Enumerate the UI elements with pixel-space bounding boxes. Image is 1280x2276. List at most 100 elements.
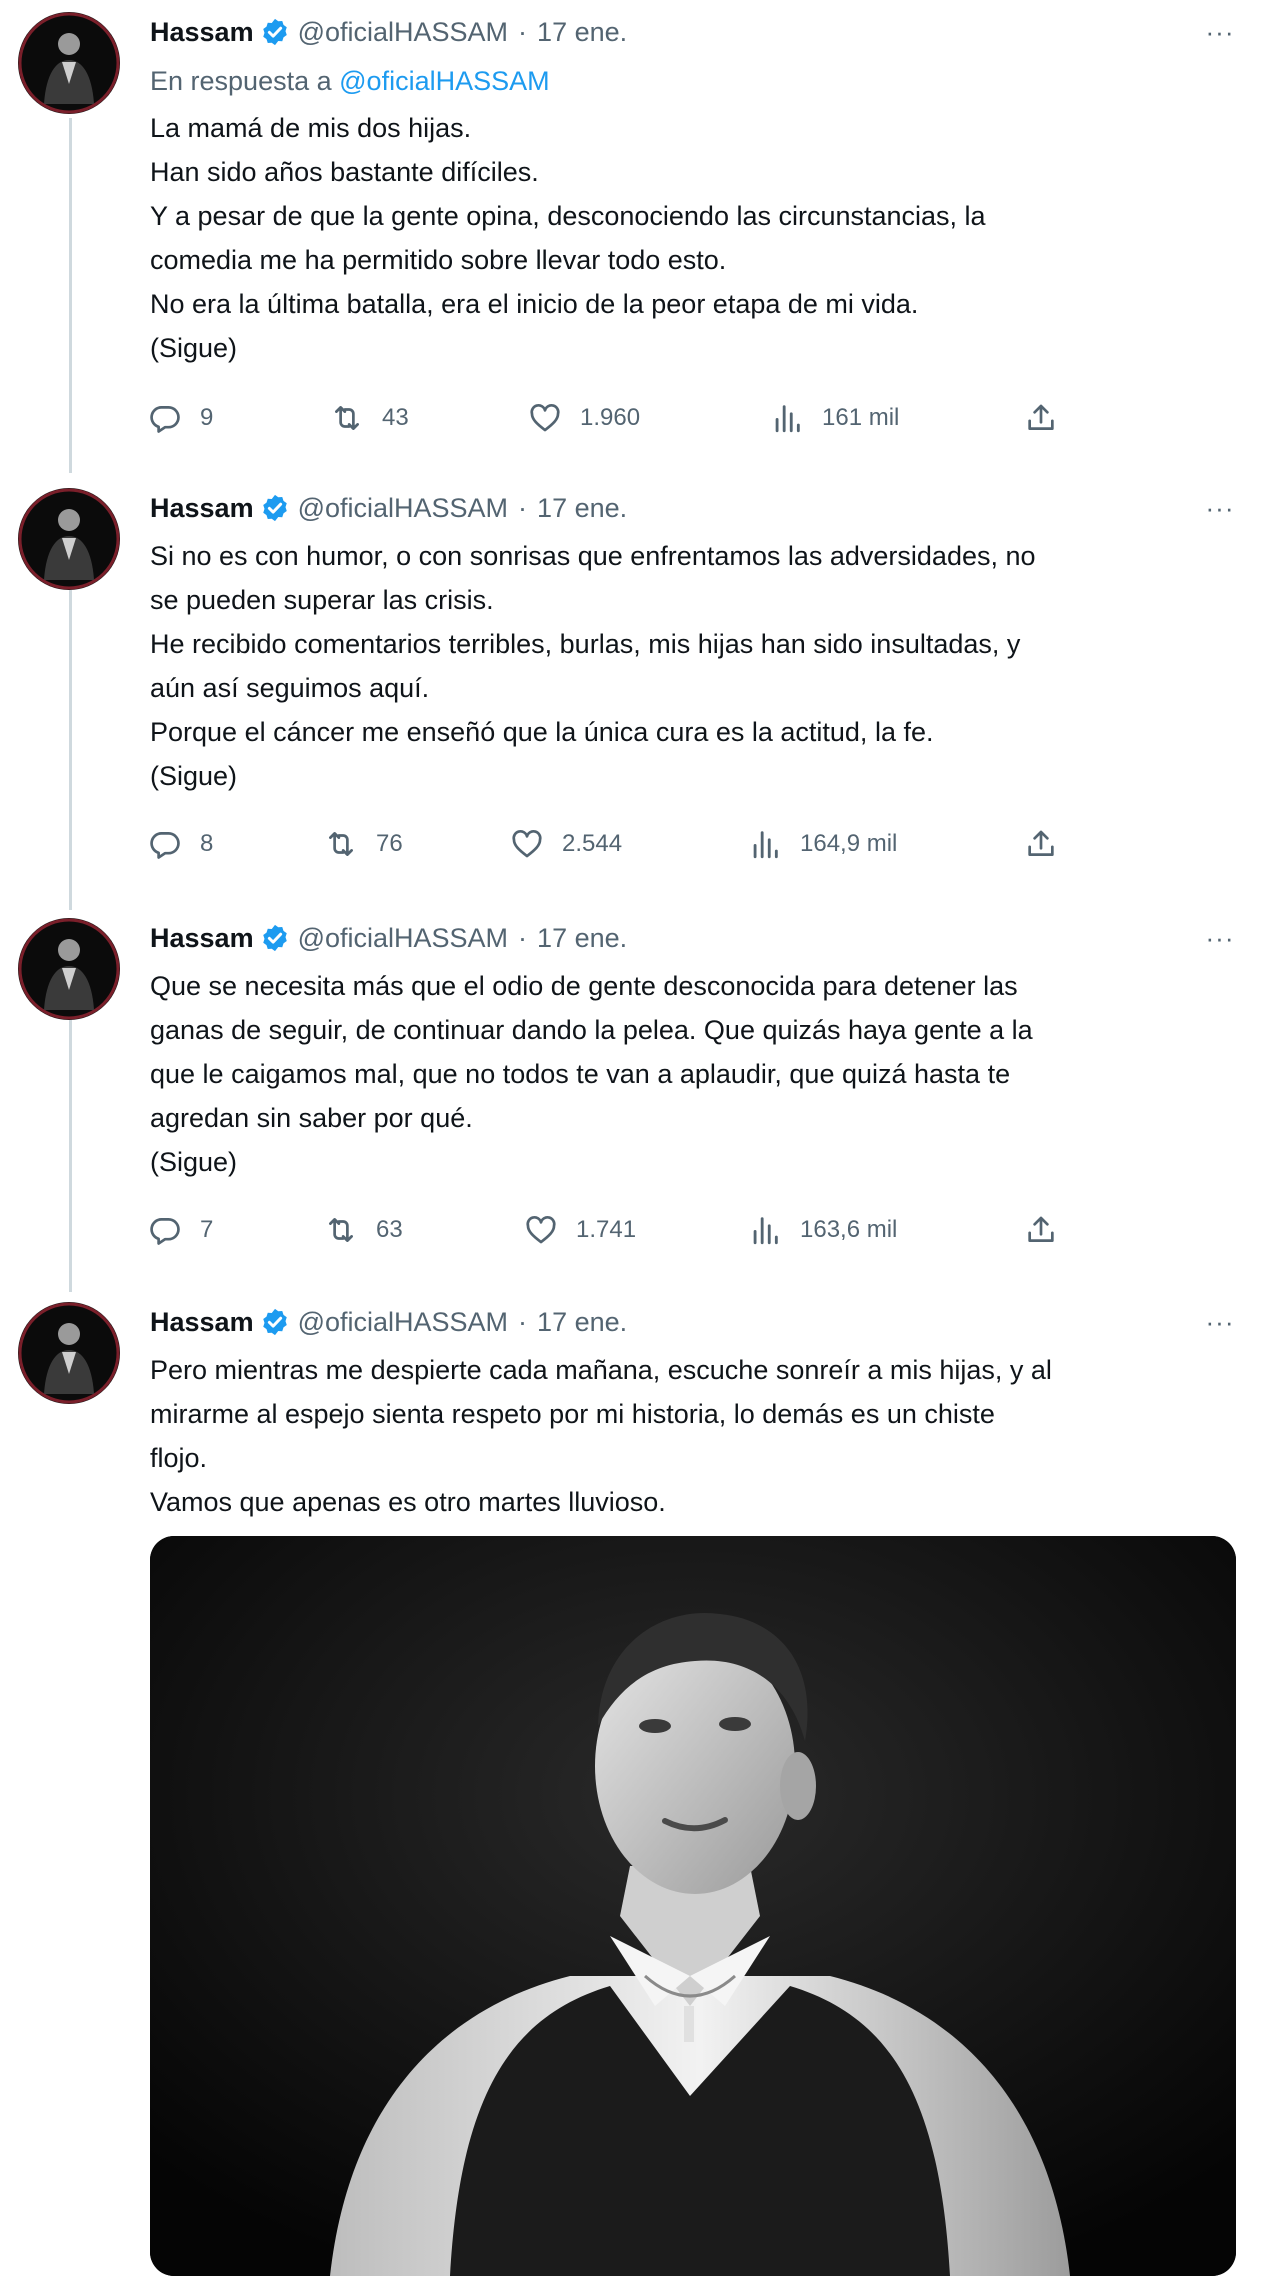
retweet-count: 76 xyxy=(376,830,403,857)
avatar[interactable] xyxy=(18,1302,120,1404)
author-handle[interactable]: @oficialHASSAM xyxy=(298,17,508,48)
reply-icon xyxy=(150,1218,180,1245)
tweet-text-line: Y a pesar de que la gente opina, descono… xyxy=(150,201,986,231)
tweet-text-line: comedia me ha permitido sobre llevar tod… xyxy=(150,245,727,275)
separator: · xyxy=(518,16,528,47)
share-button[interactable] xyxy=(1024,820,1076,868)
separator: · xyxy=(518,492,528,523)
tweet-date[interactable]: 17 ene. xyxy=(537,493,627,524)
tweet-text-line: que le caigamos mal, que no todos te van… xyxy=(150,1059,1011,1089)
verified-icon xyxy=(262,18,287,46)
like-icon xyxy=(512,829,542,858)
author-handle[interactable]: @oficialHASSAM xyxy=(298,493,508,524)
views-icon xyxy=(753,1217,778,1245)
share-icon xyxy=(1028,404,1054,430)
views-count: 163,6 mil xyxy=(800,1216,898,1243)
reply-icon xyxy=(150,406,180,433)
views-button[interactable]: 164,9 mil xyxy=(748,820,897,868)
like-icon xyxy=(526,1215,556,1244)
tweet-text-line: La mamá de mis dos hijas. xyxy=(150,113,472,143)
tweet[interactable]: Hassam @oficialHASSAM · 17 ene. ··· Que … xyxy=(0,900,1280,1290)
like-icon xyxy=(530,403,560,432)
tweet-text: La mamá de mis dos hijas. Han sido años … xyxy=(150,106,1240,370)
tweet-text: Pero mientras me despierte cada mañana, … xyxy=(150,1348,1240,1524)
tweet-text-line: Pero mientras me despierte cada mañana, … xyxy=(150,1355,1052,1385)
like-count: 1.741 xyxy=(576,1216,637,1243)
retweet-button[interactable]: 76 xyxy=(324,820,403,868)
reply-button[interactable]: 8 xyxy=(148,820,213,868)
views-icon xyxy=(753,831,778,859)
tweet-text-line: Vamos que apenas es otro martes lluvioso… xyxy=(150,1487,666,1517)
tweet-text-line: No era la última batalla, era el inicio … xyxy=(150,289,919,319)
tweet-text-line: Que se necesita más que el odio de gente… xyxy=(150,971,1018,1001)
views-button[interactable]: 163,6 mil xyxy=(748,1206,897,1254)
more-icon[interactable]: ··· xyxy=(1198,1302,1242,1342)
views-count: 164,9 mil xyxy=(800,830,898,857)
more-icon[interactable]: ··· xyxy=(1198,488,1242,528)
reply-prefix: En respuesta a xyxy=(150,66,332,96)
tweet-header: Hassam @oficialHASSAM · 17 ene. xyxy=(150,12,627,52)
tweet-text-line: aún así seguimos aquí. xyxy=(150,673,430,703)
reply-button[interactable]: 9 xyxy=(148,394,213,442)
reply-context: En respuesta a @oficialHASSAM xyxy=(150,66,550,97)
reply-mention[interactable]: @oficialHASSAM xyxy=(339,66,549,96)
tweet-header: Hassam @oficialHASSAM · 17 ene. xyxy=(150,918,627,958)
share-button[interactable] xyxy=(1024,394,1076,442)
reply-button[interactable]: 7 xyxy=(148,1206,213,1254)
tweet[interactable]: Hassam @oficialHASSAM · 17 ene. ··· En r… xyxy=(0,0,1280,470)
reply-count: 7 xyxy=(200,1216,214,1243)
author-name[interactable]: Hassam xyxy=(150,17,254,48)
share-icon xyxy=(1028,830,1054,856)
tweet-date[interactable]: 17 ene. xyxy=(537,923,627,954)
share-icon xyxy=(1028,1216,1054,1242)
views-count: 161 mil xyxy=(822,404,900,431)
like-button[interactable]: 2.544 xyxy=(510,820,622,868)
retweet-icon xyxy=(329,832,353,856)
tweet-header: Hassam @oficialHASSAM · 17 ene. xyxy=(150,1302,627,1342)
tweet-text-line: (Sigue) xyxy=(150,1147,238,1177)
avatar[interactable] xyxy=(18,488,120,590)
tweet[interactable]: Hassam @oficialHASSAM · 17 ene. ··· Si n… xyxy=(0,470,1280,900)
reply-count: 8 xyxy=(200,830,214,857)
tweet-text-line: He recibido comentarios terribles, burla… xyxy=(150,629,1021,659)
tweet-header: Hassam @oficialHASSAM · 17 ene. xyxy=(150,488,627,528)
separator: · xyxy=(518,922,528,953)
avatar[interactable] xyxy=(18,918,120,1020)
tweet-date[interactable]: 17 ene. xyxy=(537,1307,627,1338)
author-handle[interactable]: @oficialHASSAM xyxy=(298,923,508,954)
views-button[interactable]: 161 mil xyxy=(770,394,899,442)
tweet-actions: 9 43 1.960 161 mil xyxy=(148,394,1088,442)
retweet-button[interactable]: 63 xyxy=(324,1206,403,1254)
tweet-text-line: (Sigue) xyxy=(150,761,238,791)
share-button[interactable] xyxy=(1024,1206,1076,1254)
views-icon xyxy=(775,405,800,433)
retweet-count: 43 xyxy=(382,404,409,431)
like-button[interactable]: 1.960 xyxy=(528,394,640,442)
separator: · xyxy=(518,1306,528,1337)
tweet-actions: 8 76 2.544 164,9 mil xyxy=(148,820,1088,868)
tweet-text-line: mirarme al espejo sienta respeto por mi … xyxy=(150,1399,995,1429)
verified-icon xyxy=(262,494,287,522)
avatar[interactable] xyxy=(18,12,120,114)
retweet-count: 63 xyxy=(376,1216,403,1243)
retweet-icon xyxy=(329,1218,353,1242)
tweet-photo[interactable] xyxy=(150,1536,1236,2276)
like-button[interactable]: 1.741 xyxy=(524,1206,636,1254)
tweet-text-line: ganas de seguir, de continuar dando la p… xyxy=(150,1015,1033,1045)
tweet-text-line: Si no es con humor, o con sonrisas que e… xyxy=(150,541,1036,571)
retweet-button[interactable]: 43 xyxy=(330,394,409,442)
more-icon[interactable]: ··· xyxy=(1198,12,1242,52)
author-name[interactable]: Hassam xyxy=(150,1307,254,1338)
retweet-icon xyxy=(335,406,359,430)
author-name[interactable]: Hassam xyxy=(150,923,254,954)
verified-icon xyxy=(262,924,287,952)
author-handle[interactable]: @oficialHASSAM xyxy=(298,1307,508,1338)
tweet-text: Si no es con humor, o con sonrisas que e… xyxy=(150,534,1240,798)
tweet-date[interactable]: 17 ene. xyxy=(537,17,627,48)
tweet-text-line: Porque el cáncer me enseñó que la única … xyxy=(150,717,934,747)
more-icon[interactable]: ··· xyxy=(1198,918,1242,958)
like-count: 2.544 xyxy=(562,830,623,857)
author-name[interactable]: Hassam xyxy=(150,493,254,524)
tweet-text-line: flojo. xyxy=(150,1443,208,1473)
like-count: 1.960 xyxy=(580,404,641,431)
